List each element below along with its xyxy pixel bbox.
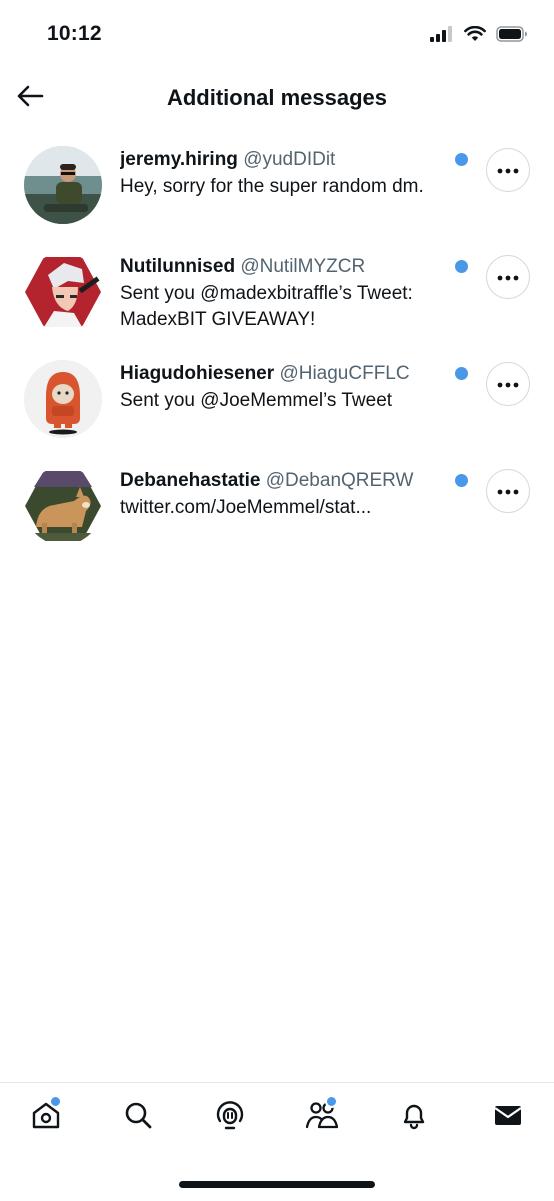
search-icon: [122, 1099, 154, 1136]
status-bar: 10:12: [0, 0, 554, 72]
tab-spaces[interactable]: [210, 1097, 250, 1137]
message-row-debanehastatie[interactable]: Debanehastatie @DebanQRERW twitter.com/J…: [0, 463, 554, 570]
message-preview: Hey, sorry for the super random dm.: [120, 176, 424, 197]
spaces-icon: [214, 1099, 246, 1136]
sender-handle: @HiaguCFFLC: [279, 363, 410, 384]
message-row-hiagudohiesener[interactable]: Hiagudohiesener @HiaguCFFLC Sent you @Jo…: [0, 356, 554, 463]
message-content: jeremy.hiring @yudDIDit Hey, sorry for t…: [120, 148, 450, 200]
tab-communities[interactable]: [302, 1095, 342, 1137]
more-options-button[interactable]: [486, 362, 530, 406]
more-icon: [497, 268, 519, 286]
message-preview: twitter.com/JoeMemmel/stat...: [120, 497, 372, 518]
avatar[interactable]: [24, 360, 102, 438]
unread-indicator: [455, 260, 468, 273]
home-indicator[interactable]: [179, 1181, 375, 1188]
wifi-icon: [464, 25, 486, 47]
unread-indicator: [455, 153, 468, 166]
message-preview: Sent you @madexbitraffle’s Tweet: MadexB…: [120, 283, 413, 330]
home-notification-dot: [49, 1095, 62, 1108]
unread-indicator: [455, 474, 468, 487]
sender-name: Debanehastatie: [120, 470, 261, 491]
more-options-button[interactable]: [486, 255, 530, 299]
sender-name: Hiagudohiesener: [120, 363, 275, 384]
tab-messages[interactable]: [488, 1097, 528, 1137]
sender-handle: @NutilMYZCR: [240, 256, 366, 277]
messages-icon: [492, 1099, 524, 1136]
sender-handle: @DebanQRERW: [265, 470, 414, 491]
message-content: Hiagudohiesener @HiaguCFFLC Sent you @Jo…: [120, 362, 450, 414]
avatar[interactable]: [24, 146, 102, 224]
message-preview: Sent you @JoeMemmel’s Tweet: [120, 390, 393, 411]
more-icon: [497, 482, 519, 500]
page-title: Additional messages: [166, 85, 388, 110]
tab-notifications[interactable]: [394, 1097, 434, 1137]
header: Additional messages: [0, 72, 554, 126]
communities-notification-dot: [325, 1095, 338, 1108]
notifications-icon: [398, 1099, 430, 1136]
message-row-nutilunnised[interactable]: Nutilunnised @NutilMYZCR Sent you @madex…: [0, 249, 554, 356]
tab-search[interactable]: [118, 1097, 158, 1137]
more-options-button[interactable]: [486, 469, 530, 513]
tab-home[interactable]: [26, 1095, 66, 1137]
message-row-jeremy-hiring[interactable]: jeremy.hiring @yudDIDit Hey, sorry for t…: [0, 142, 554, 249]
cellular-signal-icon: [430, 26, 454, 47]
message-request-list: jeremy.hiring @yudDIDit Hey, sorry for t…: [0, 142, 554, 570]
avatar[interactable]: [24, 467, 102, 545]
status-icons: [430, 25, 528, 47]
sender-name: Nutilunnised: [120, 256, 236, 277]
more-icon: [497, 375, 519, 393]
avatar[interactable]: [24, 253, 102, 331]
more-icon: [497, 161, 519, 179]
unread-indicator: [455, 367, 468, 380]
message-content: Debanehastatie @DebanQRERW twitter.com/J…: [120, 469, 450, 521]
message-content: Nutilunnised @NutilMYZCR Sent you @madex…: [120, 255, 450, 333]
more-options-button[interactable]: [486, 148, 530, 192]
battery-icon: [496, 26, 528, 47]
sender-name: jeremy.hiring: [120, 149, 238, 170]
sender-handle: @yudDIDit: [243, 149, 336, 170]
status-time: 10:12: [47, 22, 102, 45]
